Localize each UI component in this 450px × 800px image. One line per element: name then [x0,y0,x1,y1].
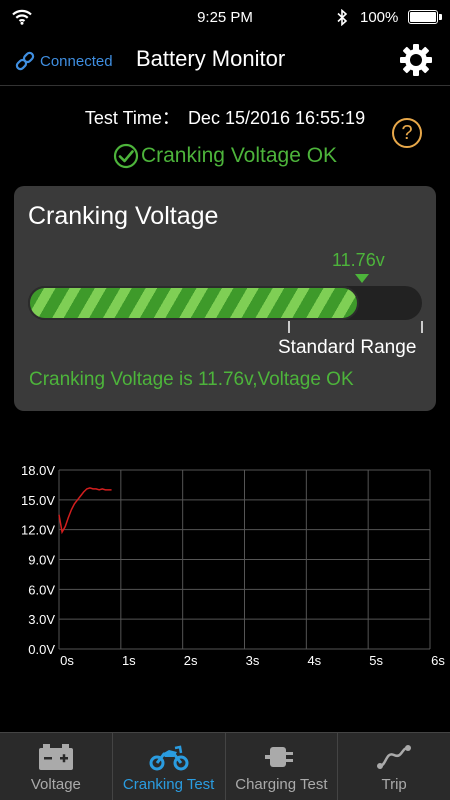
connection-label: Connected [40,52,113,70]
battery-percent: 100% [360,9,399,26]
standard-range-label: Standard Range [278,337,417,358]
link-icon [15,51,35,71]
chart-x-tick-label: 3s [246,653,260,668]
chart-y-tick-label: 3.0V [28,612,55,627]
tab-label-charging-test: Charging Test [235,776,328,793]
battery-status-icon [408,10,442,24]
chart-y-tick-label: 12.0V [21,523,55,538]
voltage-description: Cranking Voltage is 11.76v,Voltage OK [29,369,354,390]
tab-label-trip: Trip [381,776,407,793]
battery-icon [38,744,73,770]
chart-y-tick-label: 18.0V [21,463,55,478]
chart-x-tick-label: 2s [184,653,198,668]
chart-y-tick-label: 6.0V [28,582,55,597]
value-marker [355,274,369,283]
range-tick-end [421,321,423,333]
test-time: Test Time： Dec 15/2016 16:55:19 [0,104,450,130]
tab-trip[interactable]: Trip [338,733,450,800]
range-tick-start [288,321,290,333]
test-status: Cranking Voltage OK [0,143,450,169]
settings-gear-icon[interactable] [398,42,434,78]
chart-y-tick-label: 9.0V [28,553,55,568]
tab-cranking-test[interactable]: Cranking Test [113,733,226,800]
nav-bar: Connected Battery Monitor [0,36,450,86]
tab-voltage[interactable]: Voltage [0,733,113,800]
chart-y-tick-label: 15.0V [21,493,55,508]
test-status-text: Cranking Voltage OK [140,144,338,167]
chart-x-tick-label: 0s [60,653,74,668]
chart-x-tick-label: 4s [307,653,321,668]
motorcycle-icon [149,745,189,771]
bluetooth-icon [337,9,348,26]
route-icon [377,745,412,769]
tab-label-voltage: Voltage [30,776,81,793]
status-bar: 9:25 PM 100% [0,0,450,36]
page-title: Battery Monitor [136,46,286,71]
voltage-value-label: 11.76v [332,250,385,270]
cranking-voltage-card: Cranking Voltage 11.76v Standard Range C… [14,186,436,411]
test-time-value: Dec 15/2016 16:55:19 [187,108,366,128]
tab-bar: Voltage Cranking Test Charging Test Trip [0,732,450,800]
chart-x-tick-label: 5s [369,653,383,668]
tab-label-cranking-test: Cranking Test [122,776,215,793]
chart-series-line [58,487,112,535]
voltage-bar-fill [28,286,359,320]
tab-charging-test[interactable]: Charging Test [226,733,339,800]
test-time-label: Test Time： [84,108,180,128]
voltage-chart: 0s 1s 2s 3s 4s 5s 6s 0.0V 3.0V 6.0V 9.0V 12.0V 15.0V… [21,463,445,668]
connection-status[interactable]: Connected [14,50,113,72]
chart-x-tick-label: 6s [431,653,445,668]
check-circle-icon [113,143,139,169]
chart-x-tick-label: 1s [122,653,136,668]
chart-y-tick-label: 0.0V [28,642,55,657]
card-title: Cranking Voltage [28,202,219,230]
plug-icon [265,747,294,767]
